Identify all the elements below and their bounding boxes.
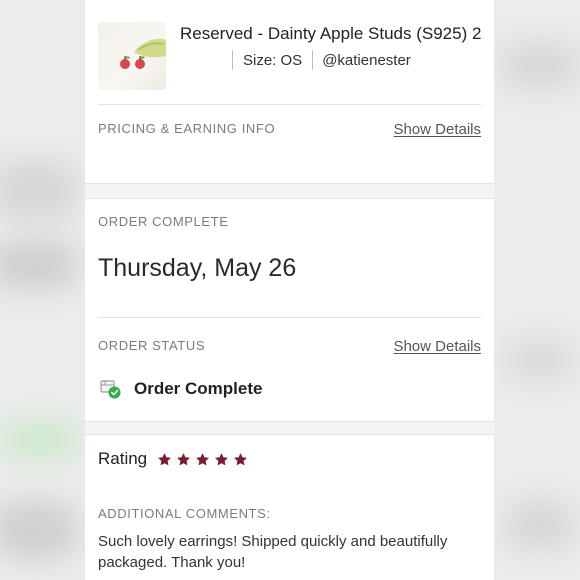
order-complete-label: ORDER COMPLETE [98,214,229,229]
order-status-row: Order Complete [100,378,262,400]
divider [98,317,481,318]
order-complete-date: Thursday, May 26 [98,254,297,282]
star-icon [215,452,229,465]
order-status-value: Order Complete [134,379,263,398]
section-separator [85,183,494,199]
status-show-details-link[interactable]: Show Details [393,338,481,355]
item-meta: Size: OS @katienester [232,49,411,71]
rating-stars [157,452,252,467]
section-separator [85,421,494,435]
item-size: Size: OS [243,51,303,69]
rating-label: Rating [98,449,148,468]
star-icon [196,452,210,465]
apple-earrings-image [120,38,166,69]
rating-row: Rating [98,449,252,469]
order-status-label: ORDER STATUS [98,338,206,353]
star-icon [158,452,172,465]
order-details-card: Reserved - Dainty Apple Studs (S925) 2 S… [85,0,494,580]
package-check-icon [100,380,121,399]
item-thumbnail[interactable] [98,22,166,90]
pricing-show-details-link[interactable]: Show Details [393,121,481,138]
pricing-section-label: PRICING & EARNING INFO [98,121,276,136]
star-icon [234,452,248,465]
seller-username[interactable]: @katienester [313,52,411,69]
star-icon [177,452,191,465]
comment-text: Such lovely earrings! Shipped quickly an… [98,533,448,571]
item-title[interactable]: Reserved - Dainty Apple Studs (S925) 2 [180,24,494,44]
comments-label: ADDITIONAL COMMENTS: [98,506,271,521]
divider [98,104,481,105]
